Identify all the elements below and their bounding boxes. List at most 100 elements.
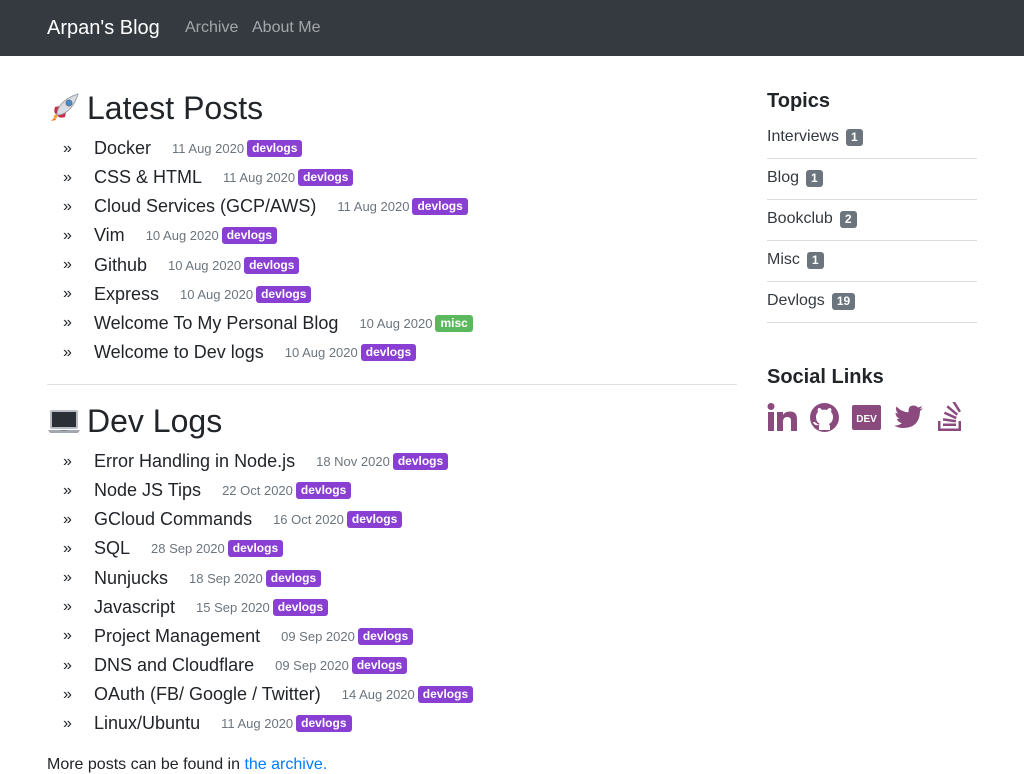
post-link[interactable]: Github	[94, 255, 147, 276]
post-link[interactable]: DNS and Cloudflare	[94, 655, 254, 676]
post-link[interactable]: CSS & HTML	[94, 167, 202, 188]
post-link[interactable]: Express	[94, 284, 159, 305]
post-date: 18 Nov 2020	[316, 454, 390, 470]
social-links: DEV	[767, 402, 966, 433]
list-item: » Vim 10 Aug 2020 devlogs	[47, 221, 473, 250]
bullet: »	[63, 139, 72, 157]
bullet: »	[63, 627, 72, 645]
topic-bookclub[interactable]: Bookclub 2	[767, 200, 977, 241]
post-link[interactable]: Linux/Ubuntu	[94, 713, 200, 734]
topic-count-badge: 19	[831, 292, 856, 310]
bullet: »	[63, 256, 72, 274]
github-icon[interactable]	[809, 402, 840, 433]
post-link[interactable]: Nunjucks	[94, 568, 168, 589]
post-link[interactable]: Docker	[94, 138, 151, 159]
post-link[interactable]: Cloud Services (GCP/AWS)	[94, 196, 316, 217]
post-link[interactable]: Node JS Tips	[94, 480, 201, 501]
latest-posts-list: » Docker 11 Aug 2020 devlogs » CSS & HTML 11 …	[47, 134, 473, 367]
tag-badge[interactable]: devlogs	[244, 256, 300, 274]
stackoverflow-icon[interactable]	[935, 402, 966, 433]
tag-badge[interactable]: devlogs	[272, 598, 329, 616]
tag-badge[interactable]: devlogs	[417, 686, 474, 704]
list-item: » Welcome to Dev logs 10 Aug 2020 devlogs	[47, 338, 473, 367]
svg-text:DEV: DEV	[856, 414, 877, 425]
bullet: »	[63, 343, 72, 361]
post-date: 16 Oct 2020	[273, 512, 344, 528]
tag-badge[interactable]: devlogs	[256, 285, 312, 303]
post-date: 09 Sep 2020	[281, 628, 355, 644]
topic-count-badge: 1	[846, 128, 863, 146]
post-link[interactable]: Welcome to Dev logs	[94, 342, 264, 363]
topic-label: Interviews	[767, 128, 840, 145]
dev-icon[interactable]: DEV	[851, 402, 882, 433]
list-item: » DNS and Cloudflare 09 Sep 2020 devlogs	[47, 651, 473, 680]
tag-badge[interactable]: misc	[435, 314, 473, 332]
topic-label: Blog	[767, 169, 800, 186]
topic-blog[interactable]: Blog 1	[767, 159, 977, 200]
bullet: »	[63, 481, 72, 499]
tag-badge[interactable]: devlogs	[296, 715, 352, 733]
bullet: »	[63, 510, 72, 528]
post-date: 15 Sep 2020	[196, 599, 270, 615]
list-item: » Welcome To My Personal Blog 10 Aug 2020 m…	[47, 309, 473, 338]
post-link[interactable]: OAuth (FB/ Google / Twitter)	[94, 684, 321, 705]
topic-label: Devlogs	[767, 292, 825, 309]
post-date: 22 Oct 2020	[222, 483, 293, 499]
bullet: »	[63, 714, 72, 732]
post-date: 10 Aug 2020	[180, 286, 254, 302]
list-item: » Error Handling in Node.js 18 Nov 2020 dev…	[47, 447, 473, 476]
topic-label: Misc	[767, 251, 800, 268]
tag-badge[interactable]: devlogs	[412, 198, 468, 216]
post-link[interactable]: SQL	[94, 538, 130, 559]
post-link[interactable]: GCloud Commands	[94, 509, 252, 530]
topic-count-badge: 1	[806, 169, 823, 187]
nav-about-link[interactable]: About Me	[252, 17, 320, 39]
tag-badge[interactable]: devlogs	[351, 657, 408, 675]
topics-list: Interviews 1 Blog 1 Bookclub 2 Misc 1 Devlog…	[767, 118, 977, 323]
laptop-icon	[47, 404, 81, 438]
list-item: » Project Management 09 Sep 2020 devlogs	[47, 622, 473, 651]
bullet: »	[63, 539, 72, 557]
brand-link[interactable]: Arpan's Blog	[47, 15, 160, 41]
tag-badge[interactable]: devlogs	[227, 540, 284, 558]
twitter-icon[interactable]	[893, 402, 924, 433]
bullet: »	[63, 197, 72, 215]
bullet: »	[63, 569, 72, 587]
list-item: » Docker 11 Aug 2020 devlogs	[47, 134, 473, 163]
post-link[interactable]: Welcome To My Personal Blog	[94, 313, 338, 334]
tag-badge[interactable]: devlogs	[221, 227, 278, 245]
tag-badge[interactable]: devlogs	[298, 169, 354, 187]
tag-badge[interactable]: devlogs	[357, 627, 414, 645]
topic-misc[interactable]: Misc 1	[767, 241, 977, 282]
bullet: »	[63, 598, 72, 616]
post-link[interactable]: Project Management	[94, 626, 260, 647]
social-links-heading: Social Links	[767, 366, 884, 388]
tag-badge[interactable]: devlogs	[360, 344, 417, 362]
topics-heading: Topics	[767, 90, 830, 112]
list-item: » SQL 28 Sep 2020 devlogs	[47, 534, 473, 563]
tag-badge[interactable]: devlogs	[265, 569, 322, 587]
post-date: 28 Sep 2020	[151, 541, 225, 557]
post-link[interactable]: Vim	[94, 225, 125, 246]
list-item: » CSS & HTML 11 Aug 2020 devlogs	[47, 163, 473, 192]
tag-badge[interactable]: devlogs	[346, 511, 403, 529]
topic-label: Bookclub	[767, 210, 833, 227]
bullet: »	[63, 685, 72, 703]
post-date: 11 Aug 2020	[172, 141, 245, 157]
topic-count-badge: 2	[839, 210, 857, 228]
bullet: »	[63, 285, 72, 303]
post-date: 10 Aug 2020	[145, 228, 219, 244]
nav-archive-link[interactable]: Archive	[185, 17, 238, 39]
post-date: 10 Aug 2020	[284, 345, 358, 361]
tag-badge[interactable]: devlogs	[392, 453, 449, 471]
topic-interviews[interactable]: Interviews 1	[767, 118, 977, 159]
tag-badge[interactable]: devlogs	[247, 140, 303, 158]
tag-badge[interactable]: devlogs	[295, 482, 352, 500]
post-link[interactable]: Javascript	[94, 597, 175, 618]
linkedin-icon[interactable]	[767, 402, 798, 433]
more-posts-text: More posts can be found in the archive.	[47, 756, 327, 774]
topic-devlogs[interactable]: Devlogs 19	[767, 282, 977, 323]
archive-link[interactable]: the archive.	[244, 756, 327, 773]
post-link[interactable]: Error Handling in Node.js	[94, 451, 295, 472]
bullet: »	[63, 656, 72, 674]
